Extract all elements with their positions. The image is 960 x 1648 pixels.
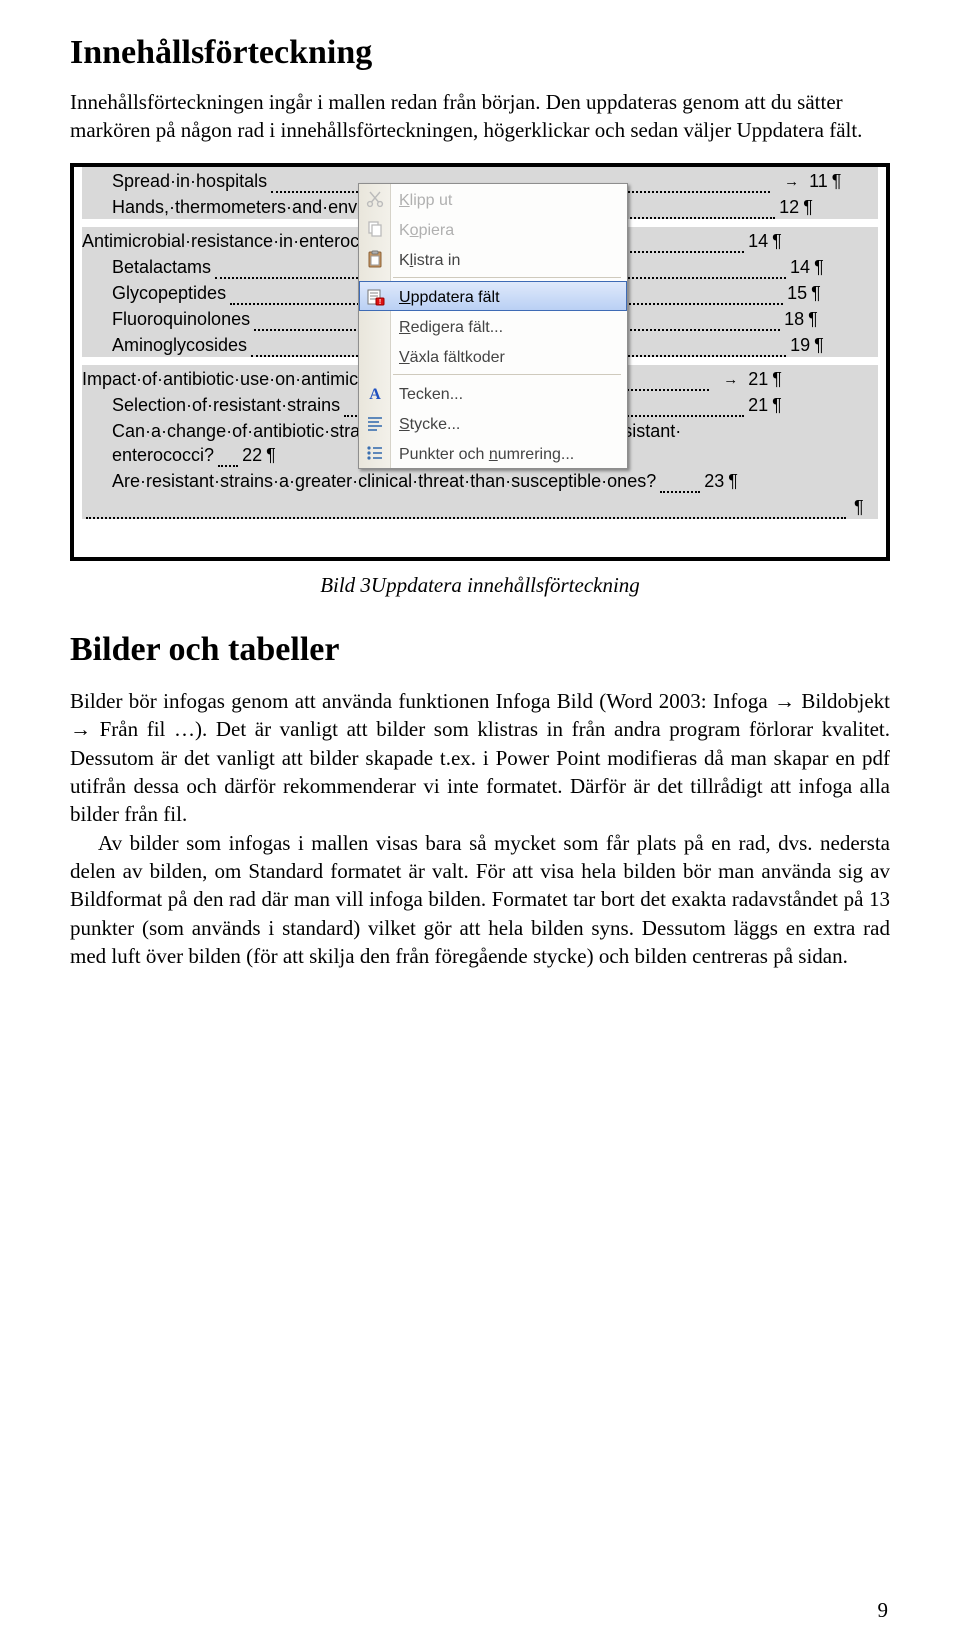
copy-icon [364, 218, 386, 240]
toc-entry: ¶ [82, 493, 878, 519]
toc-entry: Are·resistant·strains·a·greater·clinical… [82, 467, 878, 493]
heading-images-tables: Bilder och tabeller [70, 627, 890, 673]
svg-text:!: ! [379, 299, 381, 306]
menu-label: Punkter och numrering... [399, 446, 574, 463]
menu-label: Klistra in [399, 252, 460, 269]
body-paragraph-2: Av bilder som infogas i mallen visas bar… [70, 829, 890, 971]
menu-item-bullets[interactable]: Punkter och numrering... [359, 438, 627, 468]
figure-caption: Bild 3Uppdatera innehållsförteckning [70, 571, 890, 599]
body-paragraph-1: Bilder bör infogas genom att använda fun… [70, 687, 890, 829]
heading-toc: Innehållsförteckning [70, 30, 890, 76]
menu-label: Växla fältkoder [399, 349, 505, 366]
menu-item-toggle-codes[interactable]: Växla fältkoder [359, 341, 627, 371]
menu-label: Tecken... [399, 386, 463, 403]
menu-label: Redigera fält... [399, 319, 503, 336]
paste-icon [364, 248, 386, 270]
paragraph-icon [364, 412, 386, 434]
menu-item-cut[interactable]: Klipp ut [359, 184, 627, 214]
screenshot-frame: Spread·in·hospitals→11¶Hands,·thermomete… [70, 163, 890, 561]
scissors-icon [364, 188, 386, 210]
menu-item-paste[interactable]: Klistra in [359, 244, 627, 274]
page-number: 9 [878, 1596, 889, 1624]
font-icon: A [364, 382, 386, 404]
menu-item-paragraph[interactable]: Stycke... [359, 408, 627, 438]
intro-paragraph: Innehållsförteckningen ingår i mallen re… [70, 88, 890, 145]
bullets-icon [364, 442, 386, 464]
menu-item-edit-field[interactable]: Redigera fält... [359, 311, 627, 341]
context-menu: Klipp ut Kopiera Klistra in ! Uppdate [358, 183, 628, 469]
menu-label: Stycke... [399, 416, 460, 433]
screenshot-content: Spread·in·hospitals→11¶Hands,·thermomete… [74, 167, 886, 557]
menu-item-update-field[interactable]: ! Uppdatera fält [359, 281, 627, 311]
menu-label: Kopiera [399, 222, 454, 239]
menu-label: Klipp ut [399, 192, 452, 209]
menu-item-font[interactable]: A Tecken... [359, 378, 627, 408]
svg-text:A: A [369, 386, 381, 403]
menu-item-copy[interactable]: Kopiera [359, 214, 627, 244]
update-field-icon: ! [365, 286, 387, 308]
menu-label: Uppdatera fält [399, 289, 500, 306]
